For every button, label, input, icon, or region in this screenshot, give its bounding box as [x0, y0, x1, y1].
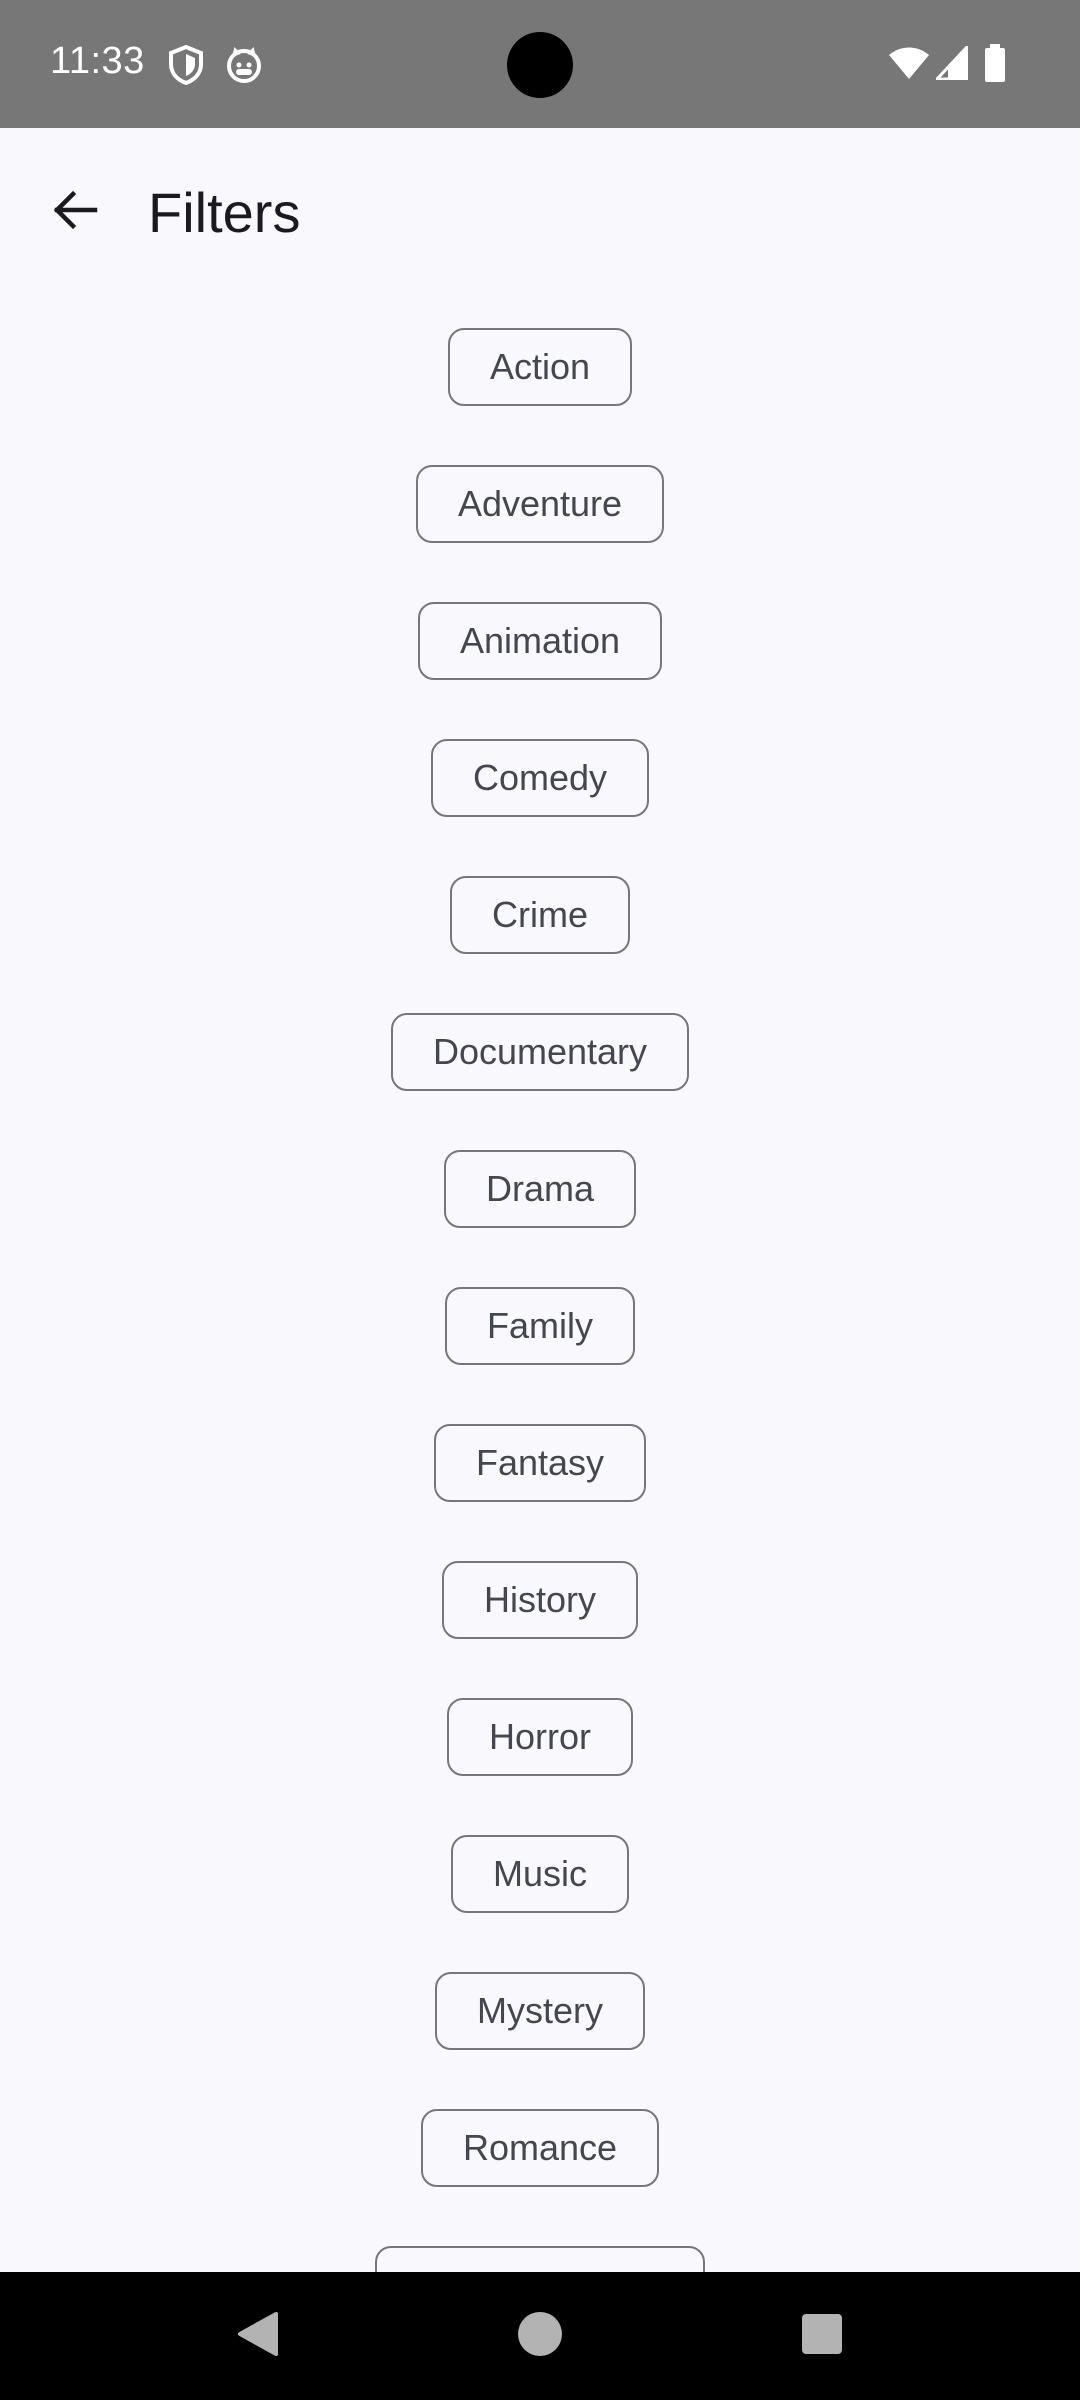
- filter-chip-row: Adventure: [0, 433, 1080, 570]
- filter-chip[interactable]: Action: [447, 328, 633, 406]
- filter-chip[interactable]: Comedy: [430, 739, 650, 817]
- status-bar: 11:33: [0, 0, 1080, 128]
- filter-chip[interactable]: Crime: [450, 876, 630, 954]
- filter-chip[interactable]: Documentary: [390, 1013, 690, 1091]
- filter-chip[interactable]: Adventure: [415, 465, 665, 543]
- battery-icon: [984, 44, 1006, 87]
- filter-chip-row: Action: [0, 296, 1080, 433]
- filter-chip-row: Fantasy: [0, 1392, 1080, 1529]
- filter-chip-row: Mystery: [0, 1940, 1080, 2077]
- filter-chip[interactable]: Family: [445, 1287, 635, 1365]
- page-title: Filters: [148, 181, 301, 244]
- filter-chip-row: Drama: [0, 1118, 1080, 1255]
- status-time: 11:33: [50, 40, 145, 82]
- home-circle-icon: [517, 2311, 563, 2362]
- filter-chip[interactable]: History: [441, 1561, 638, 1639]
- wifi-icon: [888, 46, 930, 85]
- shield-icon: [168, 44, 204, 90]
- back-button[interactable]: [30, 172, 120, 252]
- filter-chip-row: Romance: [0, 2077, 1080, 2214]
- nav-recents-button[interactable]: [752, 2272, 892, 2400]
- filter-chip[interactable]: Horror: [446, 1698, 633, 1776]
- filters-screen: 11:33 Filters Action Adventure Animation…: [0, 0, 1080, 2400]
- camera-cutout: [507, 32, 573, 98]
- navigation-bar: [0, 2272, 1080, 2400]
- filter-chip[interactable]: Drama: [443, 1150, 637, 1228]
- back-triangle-icon: [236, 2310, 280, 2363]
- nav-home-button[interactable]: [470, 2272, 610, 2400]
- filter-chip-row: [0, 2214, 1080, 2272]
- filter-chip-row: Animation: [0, 570, 1080, 707]
- filter-chip-row: Family: [0, 1255, 1080, 1392]
- top-app-bar: Filters: [0, 128, 1080, 296]
- filter-chip[interactable]: [375, 2246, 705, 2272]
- arrow-back-icon: [51, 186, 99, 239]
- nav-back-button[interactable]: [188, 2272, 328, 2400]
- filter-chip-row: History: [0, 1529, 1080, 1666]
- filter-chip-row: Documentary: [0, 981, 1080, 1118]
- cell-signal-icon: [933, 43, 969, 85]
- filter-chip-row: Horror: [0, 1666, 1080, 1803]
- filter-chip[interactable]: Fantasy: [433, 1424, 647, 1502]
- filter-chip[interactable]: Animation: [417, 602, 663, 680]
- filter-chip-row: Comedy: [0, 707, 1080, 844]
- filter-chip[interactable]: Romance: [420, 2109, 660, 2187]
- cat-face-icon: [226, 45, 262, 90]
- filter-chip-row: Music: [0, 1803, 1080, 1940]
- filter-chip-list[interactable]: Action Adventure Animation Comedy Crime Docum…: [0, 296, 1080, 2272]
- filter-chip-row: Crime: [0, 844, 1080, 981]
- filter-chip[interactable]: Mystery: [435, 1972, 645, 2050]
- filter-chip[interactable]: Music: [450, 1835, 629, 1913]
- recents-square-icon: [801, 2313, 843, 2360]
